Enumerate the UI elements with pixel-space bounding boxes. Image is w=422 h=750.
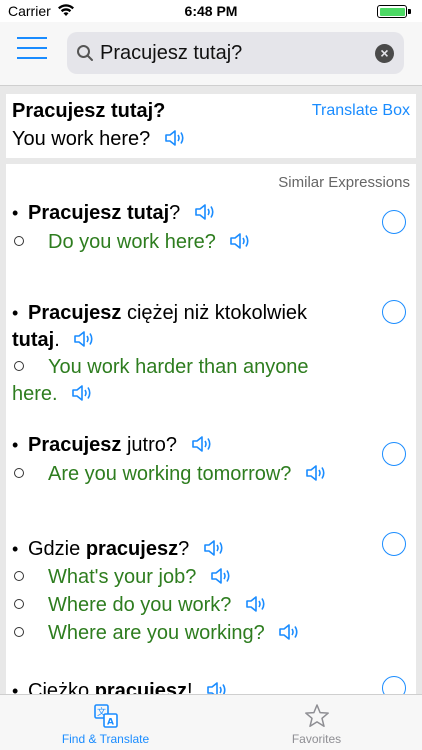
tab-find-translate[interactable]: 文 A Find & Translate	[0, 695, 211, 750]
speaker-icon[interactable]	[278, 623, 300, 641]
svg-text:A: A	[107, 718, 114, 728]
list-item[interactable]: • Ciężko pracujesz!	[12, 678, 410, 694]
speaker-icon[interactable]	[229, 232, 251, 250]
tab-favorites[interactable]: Favorites	[211, 695, 422, 750]
tab-bar: 文 A Find & Translate Favorites	[0, 694, 422, 750]
target-text: You work here?	[12, 128, 151, 150]
translation-text: Where do you work?	[48, 594, 232, 616]
translation-text: What's your job?	[48, 566, 197, 588]
status-bar: Carrier 6:48 PM	[0, 0, 422, 22]
battery-icon	[377, 5, 407, 18]
tab-label: Find & Translate	[61, 732, 150, 746]
expression-bold: Pracujesz tutaj	[28, 202, 170, 224]
speaker-icon[interactable]	[305, 464, 327, 482]
search-input[interactable]	[100, 38, 360, 68]
list-item[interactable]: • Gdzie pracujesz? What's your job? Where…	[12, 536, 410, 647]
expression-bold: Pracujesz	[28, 434, 122, 456]
sub-bullet	[14, 599, 24, 609]
translate-icon: 文 A	[93, 704, 118, 728]
speaker-icon[interactable]	[210, 567, 232, 585]
similar-expressions-card: Similar Expressions • Pracujesz tutaj? Do…	[6, 164, 416, 694]
speaker-icon[interactable]	[164, 129, 186, 147]
list-item[interactable]: • Pracujesz tutaj? Do you work here?	[12, 200, 410, 256]
speaker-icon[interactable]	[194, 203, 216, 221]
expression-bold: pracujesz	[94, 680, 187, 694]
translation-text: Do you work here?	[48, 231, 216, 253]
favorite-radio[interactable]	[382, 532, 406, 556]
search-icon	[77, 45, 93, 61]
sub-bullet	[14, 236, 24, 246]
translation-text-cont: here.	[12, 383, 58, 405]
translate-box-link[interactable]: Translate Box	[312, 102, 410, 120]
star-icon	[304, 704, 329, 728]
tab-label: Favorites	[291, 732, 342, 746]
translation-text: Are you working tomorrow?	[48, 463, 292, 485]
content-area[interactable]: Pracujesz tutaj? Translate Box You work …	[0, 86, 422, 694]
expression-bold: pracujesz	[85, 538, 179, 560]
speaker-icon[interactable]	[206, 681, 228, 694]
favorite-radio[interactable]	[382, 676, 406, 694]
expression-bold: Pracujesz	[28, 302, 122, 324]
favorite-radio[interactable]	[382, 300, 406, 324]
target-text-row: You work here?	[12, 128, 186, 151]
speaker-icon[interactable]	[203, 539, 225, 557]
sub-bullet	[14, 627, 24, 637]
source-text: Pracujesz tutaj?	[12, 100, 166, 122]
search-bar[interactable]: ×	[67, 32, 404, 74]
sub-bullet	[14, 571, 24, 581]
battery-nub	[408, 9, 411, 14]
list-item[interactable]: • Pracujesz ciężej niż ktokolwiek tutaj. …	[12, 300, 410, 408]
favorite-radio[interactable]	[382, 210, 406, 234]
nav-bar: ×	[0, 22, 422, 86]
translation-text: You work harder than anyone	[48, 356, 309, 378]
speaker-icon[interactable]	[191, 435, 213, 453]
speaker-icon[interactable]	[245, 595, 267, 613]
hamburger-menu-icon[interactable]	[17, 37, 47, 61]
favorite-radio[interactable]	[382, 442, 406, 466]
translation-card: Pracujesz tutaj? Translate Box You work …	[6, 94, 416, 158]
clear-search-icon[interactable]: ×	[375, 44, 394, 63]
sub-bullet	[14, 468, 24, 478]
sub-bullet	[14, 361, 24, 371]
list-item[interactable]: • Pracujesz jutro? Are you working tomorr…	[12, 432, 410, 488]
speaker-icon[interactable]	[71, 384, 93, 402]
translation-text: Where are you working?	[48, 622, 265, 644]
clock: 6:48 PM	[184, 3, 238, 19]
speaker-icon[interactable]	[73, 330, 95, 348]
similar-expressions-header: Similar Expressions	[278, 174, 410, 191]
